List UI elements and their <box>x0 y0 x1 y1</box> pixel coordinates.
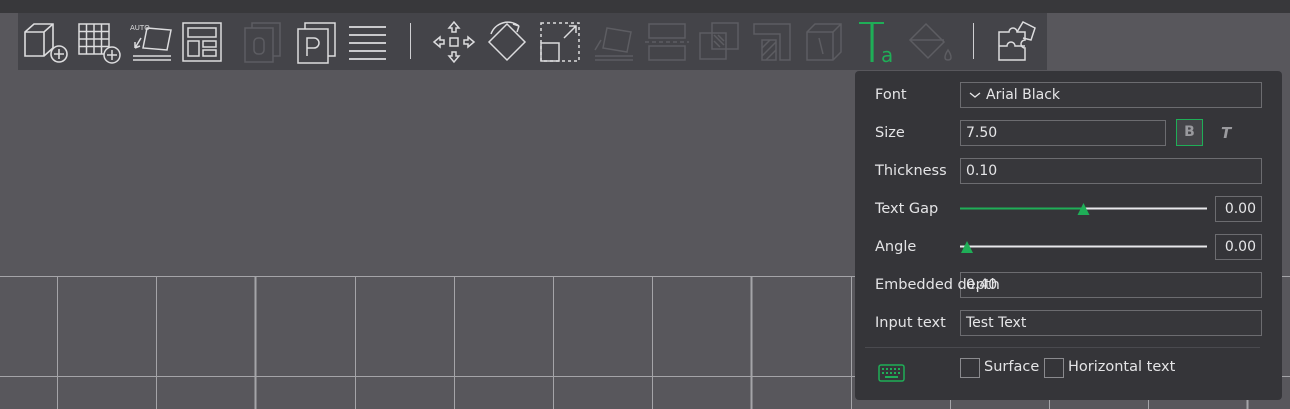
surface-checkbox[interactable] <box>960 358 980 378</box>
keyboard-icon[interactable] <box>878 364 905 382</box>
angle-label: Angle <box>875 239 917 255</box>
color-paint-icon[interactable] <box>906 18 954 66</box>
text-tool-icon[interactable]: a <box>854 18 902 66</box>
auto-orient-icon[interactable]: AUTO <box>127 18 175 66</box>
size-label: Size <box>875 125 905 141</box>
font-select[interactable]: Arial Black <box>960 82 1262 108</box>
text-gap-slider[interactable] <box>960 196 1207 222</box>
add-cube-icon[interactable] <box>21 18 69 66</box>
toolbar-separator <box>973 23 974 59</box>
text-gap-value[interactable]: 0.00 <box>1215 196 1262 222</box>
input-text-label: Input text <box>875 315 946 331</box>
layers-icon[interactable] <box>344 18 392 66</box>
horizontal-text-label: Horizontal text <box>1068 359 1176 375</box>
panel-divider <box>865 347 1260 348</box>
thickness-input[interactable]: 0.10 <box>960 158 1262 184</box>
add-plate-icon[interactable] <box>75 18 123 66</box>
size-input[interactable]: 7.50 <box>960 120 1166 146</box>
seam-paint-icon[interactable] <box>801 18 849 66</box>
boolean-icon[interactable] <box>695 18 743 66</box>
embedded-depth-input[interactable]: 0.40 <box>960 272 1262 298</box>
italic-button[interactable]: T <box>1221 123 1237 143</box>
toolbar-separator <box>410 23 411 59</box>
embedded-depth-label: Embedded depth <box>875 277 1000 293</box>
top-bar <box>0 0 1290 13</box>
angle-value[interactable]: 0.00 <box>1215 234 1262 260</box>
lay-on-face-icon[interactable] <box>589 18 637 66</box>
rotate-icon[interactable] <box>483 18 531 66</box>
surface-label: Surface <box>984 359 1040 375</box>
split-objects-icon[interactable] <box>240 18 288 66</box>
input-text-field[interactable]: Test Text <box>960 310 1262 336</box>
thickness-label: Thickness <box>875 163 947 179</box>
font-label: Font <box>875 87 907 103</box>
horizontal-text-checkbox[interactable] <box>1044 358 1064 378</box>
angle-slider[interactable] <box>960 234 1207 260</box>
bold-button[interactable]: B <box>1176 119 1203 146</box>
assembly-icon[interactable] <box>993 18 1041 66</box>
cut-icon[interactable] <box>643 18 691 66</box>
support-paint-icon[interactable] <box>748 18 796 66</box>
split-parts-icon[interactable] <box>293 18 341 66</box>
scale-icon[interactable] <box>536 18 584 66</box>
move-icon[interactable] <box>430 18 478 66</box>
text-tool-panel: Font Arial Black Size 7.50 B T Thickness… <box>855 71 1282 400</box>
main-toolbar: AUTO a <box>18 13 1047 70</box>
chevron-down-icon <box>969 83 981 107</box>
font-value: Arial Black <box>986 87 1061 103</box>
svg-text:a: a <box>881 43 893 66</box>
arrange-icon[interactable] <box>179 18 227 66</box>
text-gap-label: Text Gap <box>875 201 939 217</box>
